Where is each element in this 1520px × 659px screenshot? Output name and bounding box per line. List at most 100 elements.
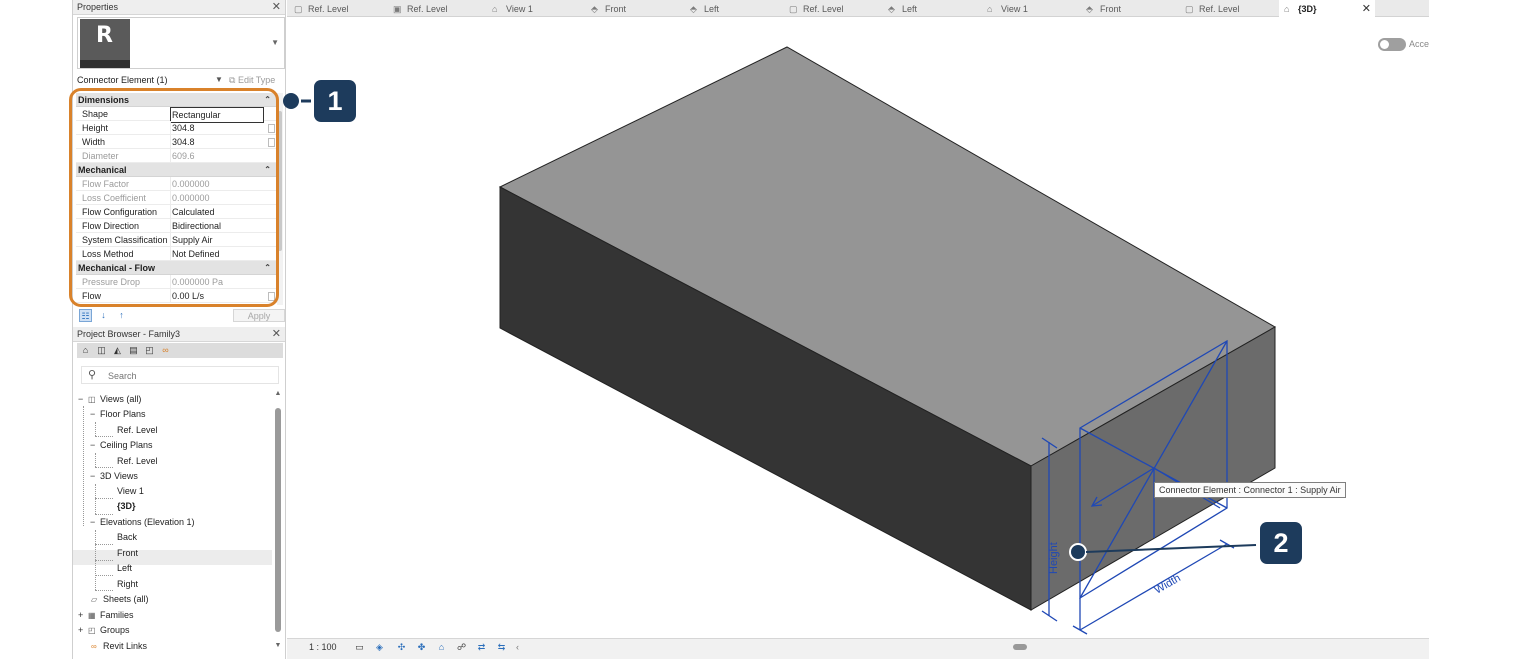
browser-filter-toolbar: ⌂ ◫ ◭ ▤ ◰ ∞ (77, 343, 283, 358)
tab-ref-level[interactable]: ▢ Ref. Level (289, 0, 349, 17)
horizontal-scrollbar[interactable] (525, 641, 1429, 651)
collapse-toggle-icon[interactable]: − (90, 515, 100, 530)
tab-ref-level[interactable]: ▢ Ref. Level (1180, 0, 1240, 17)
tree-item-floor-ref-level[interactable]: Ref. Level (117, 423, 158, 438)
elevation-icon: ⬘ (591, 4, 598, 14)
tree-item-3d[interactable]: {3D} (117, 499, 136, 514)
tree-item-sheets[interactable]: ▱ Sheets (all) (91, 592, 149, 607)
tree-item-left[interactable]: Left (117, 561, 132, 576)
show-crop-icon[interactable]: ☍ (455, 641, 468, 654)
tree-item-label: Ref. Level (117, 425, 158, 435)
collapse-toggle-icon[interactable]: − (90, 469, 100, 484)
revit-logo-letter: R (96, 23, 113, 48)
3d-viewport[interactable]: Height Width Acce Connector Element : Co… (287, 18, 1429, 638)
categorized-icon[interactable]: ☷ (79, 309, 92, 322)
crop-view-icon[interactable]: ⌂ (435, 641, 448, 654)
expand-toggle-icon[interactable]: + (78, 608, 88, 623)
sheets-icon: ▱ (91, 595, 98, 604)
tree-item-view-1[interactable]: View 1 (117, 484, 144, 499)
tree-item-label: Back (117, 532, 138, 542)
temporary-hide-icon[interactable]: ⇄ (475, 641, 488, 654)
scroll-down-icon[interactable]: ▼ (273, 642, 283, 649)
tree-item-label: Ceiling Plans (100, 440, 153, 450)
close-icon[interactable]: ✕ (272, 0, 281, 15)
callout-highlight-frame (69, 88, 279, 307)
groups-icon: ◰ (88, 626, 96, 635)
elevation-filter-icon[interactable]: ◭ (111, 344, 124, 357)
collapse-toggle-icon[interactable]: − (90, 407, 100, 422)
tab-left[interactable]: ⬘ Left (883, 0, 917, 17)
height-dimension-label: Height (1048, 542, 1060, 574)
sun-path-icon[interactable]: ✣ (395, 641, 408, 654)
tree-item-right[interactable]: Right (117, 577, 138, 592)
3d-view-filter-icon[interactable]: ◫ (95, 344, 108, 357)
properties-toolbar: ☷ ↓ ↑ Apply (77, 309, 285, 323)
type-selector[interactable]: R ▼ (77, 17, 285, 69)
elevation-icon: ⬘ (888, 4, 895, 14)
view-scale[interactable]: 1 : 100 (309, 642, 337, 652)
tree-item-front[interactable]: Front (117, 546, 138, 561)
reveal-hidden-icon[interactable]: ⇆ (495, 641, 508, 654)
edit-type-label: Edit Type (237, 75, 276, 85)
scroll-up-icon[interactable]: ▲ (273, 390, 283, 397)
tree-item-ceiling-ref-level[interactable]: Ref. Level (117, 454, 158, 469)
ceiling-plan-icon: ▢ (294, 4, 303, 14)
tab-front[interactable]: ⬘ Front (586, 0, 626, 17)
3d-view-icon: ⌂ (987, 4, 993, 14)
views-icon: ◫ (88, 395, 96, 404)
tree-item-families[interactable]: + ▦ Families (78, 608, 134, 623)
family-type-thumbnail: R (80, 19, 130, 68)
tree-item-groups[interactable]: + ◰ Groups (78, 623, 130, 638)
browser-scrollbar[interactable]: ▲ ▼ (273, 390, 283, 652)
element-tooltip: Connector Element : Connector 1 : Supply… (1154, 482, 1346, 498)
tab-front[interactable]: ⬘ Front (1081, 0, 1121, 17)
edit-type-button[interactable]: ⧉ Edit Type (229, 73, 275, 87)
detail-level-icon[interactable]: ▭ (353, 641, 366, 654)
home-view-icon[interactable]: ⌂ (79, 344, 92, 357)
tab-3d[interactable]: ⌂ {3D} ✕ (1279, 0, 1375, 18)
apply-button[interactable]: Apply (233, 309, 285, 322)
sort-ascending-icon[interactable]: ↓ (97, 309, 110, 322)
shadows-icon[interactable]: ✤ (415, 641, 428, 654)
tab-view-1[interactable]: ⌂ View 1 (487, 0, 533, 17)
chevron-down-icon[interactable]: ▼ (271, 38, 279, 47)
section-filter-icon[interactable]: ◰ (143, 344, 156, 357)
search-input[interactable] (106, 370, 274, 382)
scroll-left-icon[interactable]: ‹ (511, 641, 524, 654)
tree-item-revit-links[interactable]: ∞ Revit Links (91, 639, 147, 654)
tree-item-floor-plans[interactable]: − Floor Plans (90, 407, 146, 422)
3d-view-icon: ⌂ (492, 4, 498, 14)
sort-descending-icon[interactable]: ↑ (115, 309, 128, 322)
tree-item-ceiling-plans[interactable]: − Ceiling Plans (90, 438, 153, 453)
expand-toggle-icon[interactable]: + (78, 623, 88, 638)
sheet-filter-icon[interactable]: ▤ (127, 344, 140, 357)
tree-item-label: Front (117, 548, 139, 558)
visual-style-icon[interactable]: ◈ (373, 641, 386, 654)
close-icon[interactable]: ✕ (272, 327, 281, 342)
close-icon[interactable]: ✕ (1362, 0, 1371, 18)
tree-item-label: View 1 (117, 486, 144, 496)
view-control-bar: 1 : 100 ▭ ◈ ✣ ✤ ⌂ ☍ ⇄ ⇆ ‹ (287, 638, 1429, 659)
tab-label: Ref. Level (1199, 4, 1240, 14)
project-browser: Project Browser - Family3 ✕ ⌂ ◫ ◭ ▤ ◰ ∞ … (72, 326, 286, 659)
scrollbar-thumb[interactable] (1013, 644, 1027, 650)
browser-search[interactable]: ⚲ (81, 366, 279, 384)
link-filter-icon[interactable]: ∞ (159, 344, 172, 357)
toggle-switch[interactable] (1378, 38, 1406, 51)
tab-ref-level[interactable]: ▣ Ref. Level (388, 0, 448, 17)
element-filter[interactable]: Connector Element (1) ▼ ⧉ Edit Type (77, 73, 285, 87)
search-icon: ⚲ (88, 369, 97, 381)
collapse-toggle-icon[interactable]: − (90, 438, 100, 453)
callout-badge-1: 1 (314, 80, 356, 122)
callout-badge-2: 2 (1260, 522, 1302, 564)
tree-item-elevations[interactable]: − Elevations (Elevation 1) (90, 515, 195, 530)
tree-item-back[interactable]: Back (117, 530, 137, 545)
chevron-down-icon[interactable]: ▼ (215, 73, 223, 87)
tab-view-1[interactable]: ⌂ View 1 (982, 0, 1028, 17)
tab-left[interactable]: ⬘ Left (685, 0, 719, 17)
tree-item-3d-views[interactable]: −3D Views (90, 469, 138, 484)
tab-ref-level[interactable]: ▢ Ref. Level (784, 0, 844, 17)
collapse-toggle-icon[interactable]: − (78, 392, 88, 407)
scrollbar-thumb[interactable] (275, 408, 281, 632)
tree-item-views-all[interactable]: − ◫ Views (all) (78, 392, 141, 407)
